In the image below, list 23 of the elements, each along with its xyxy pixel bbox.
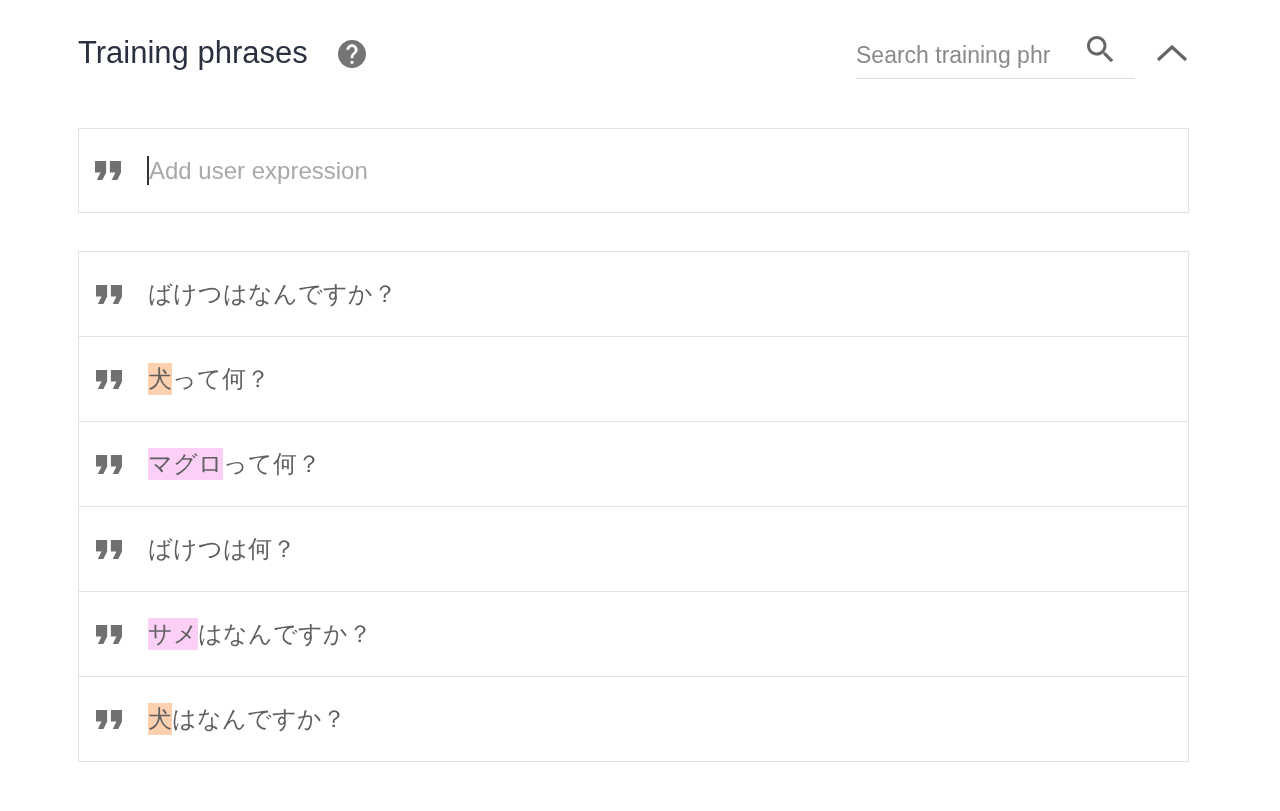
phrase-text: って何？ <box>223 449 321 479</box>
entity-highlight[interactable]: 犬 <box>148 363 172 395</box>
phrase-text: って何？ <box>172 364 270 394</box>
quote-icon <box>96 284 122 304</box>
section-title: Training phrases <box>78 35 308 71</box>
entity-highlight[interactable]: マグロ <box>148 448 223 480</box>
expression-input[interactable]: Add user expression <box>78 128 1189 213</box>
entity-highlight[interactable]: サメ <box>148 618 198 650</box>
phrase-text: はなんですか？ <box>172 704 346 734</box>
phrase-text: はなんですか？ <box>198 619 372 649</box>
phrase-text: ばけつはなんですか？ <box>148 279 397 309</box>
quote-icon <box>96 624 122 644</box>
quote-icon <box>96 709 122 729</box>
phrase-text: ばけつは何？ <box>148 534 296 564</box>
chevron-up-icon <box>1156 44 1188 62</box>
quote-icon <box>96 454 122 474</box>
search-icon[interactable] <box>1087 36 1114 63</box>
entity-highlight[interactable]: 犬 <box>148 703 172 735</box>
quote-icon <box>95 161 121 180</box>
search-field[interactable]: Search training phr <box>856 33 1135 79</box>
quote-icon <box>96 539 122 559</box>
quote-icon <box>96 369 122 389</box>
help-icon[interactable] <box>337 40 366 68</box>
